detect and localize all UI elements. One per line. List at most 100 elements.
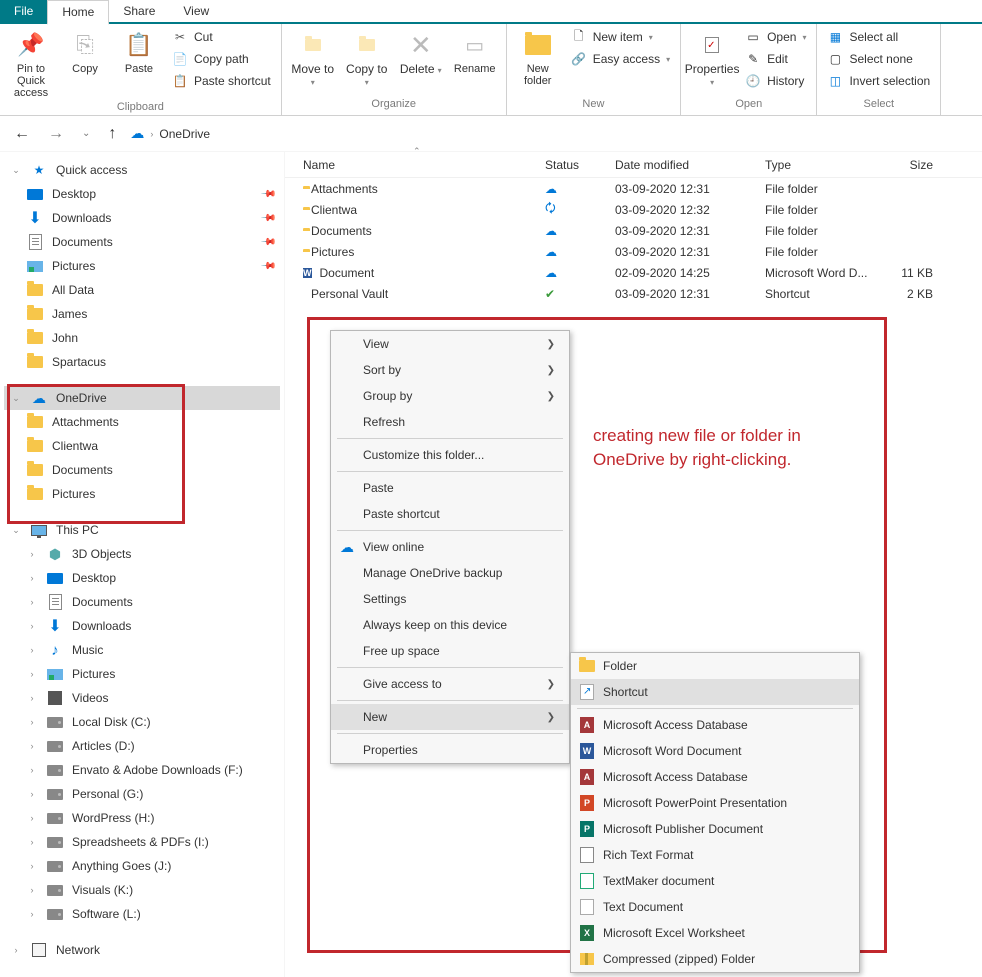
sub-access-db-2[interactable]: AMicrosoft Access Database xyxy=(571,764,859,790)
file-row[interactable]: Attachments ☁ 03-09-2020 12:31 File fold… xyxy=(285,178,982,199)
invert-selection-button[interactable]: ◫Invert selection xyxy=(823,71,934,91)
tab-view[interactable]: View xyxy=(169,0,223,22)
nav-item[interactable]: › Anything Goes (J:) xyxy=(4,854,280,878)
sub-excel[interactable]: XMicrosoft Excel Worksheet xyxy=(571,920,859,946)
nav-item[interactable]: Pictures📌 xyxy=(4,254,280,278)
tab-share[interactable]: Share xyxy=(109,0,169,22)
nav-onedrive[interactable]: ⌄☁ OneDrive xyxy=(4,386,280,410)
ctx-group-by[interactable]: Group by❯ xyxy=(331,383,569,409)
easy-access-button[interactable]: 🔗Easy access ▾ xyxy=(567,49,674,69)
column-headers[interactable]: ⌃ Name Status Date modified Type Size xyxy=(285,152,982,178)
nav-item[interactable]: Clientwa xyxy=(4,434,280,458)
ctx-refresh[interactable]: Refresh xyxy=(331,409,569,435)
ctx-view[interactable]: View❯ xyxy=(331,331,569,357)
nav-item[interactable]: Desktop📌 xyxy=(4,182,280,206)
col-type[interactable]: Type xyxy=(765,158,885,172)
nav-item[interactable]: Documents📌 xyxy=(4,230,280,254)
file-row[interactable]: Documents ☁ 03-09-2020 12:31 File folder xyxy=(285,220,982,241)
rename-button[interactable]: ▭Rename xyxy=(450,27,500,75)
sub-rtf[interactable]: Rich Text Format xyxy=(571,842,859,868)
file-row[interactable]: Clientwa 🗘 03-09-2020 12:32 File folder xyxy=(285,199,982,220)
paste-button[interactable]: 📋 Paste xyxy=(114,27,164,75)
ctx-manage-backup[interactable]: Manage OneDrive backup xyxy=(331,560,569,586)
nav-forward-button[interactable]: → xyxy=(44,123,68,145)
nav-item[interactable]: John xyxy=(4,326,280,350)
nav-item[interactable]: All Data xyxy=(4,278,280,302)
sub-powerpoint[interactable]: PMicrosoft PowerPoint Presentation xyxy=(571,790,859,816)
nav-item[interactable]: James xyxy=(4,302,280,326)
nav-item[interactable]: › Videos xyxy=(4,686,280,710)
pin-to-quick-access-button[interactable]: 📌 Pin to Quick access xyxy=(6,27,56,99)
open-button[interactable]: ▭Open ▾ xyxy=(741,27,810,47)
nav-item[interactable]: Attachments xyxy=(4,410,280,434)
copy-button[interactable]: ⎘ Copy xyxy=(60,27,110,75)
paste-shortcut-button[interactable]: 📋Paste shortcut xyxy=(168,71,275,91)
nav-item[interactable]: › ♪ Music xyxy=(4,638,280,662)
file-row[interactable]: WDocument ☁ 02-09-2020 14:25 Microsoft W… xyxy=(285,262,982,283)
excel-icon: X xyxy=(579,925,595,941)
ctx-sort-by[interactable]: Sort by❯ xyxy=(331,357,569,383)
nav-item[interactable]: › Articles (D:) xyxy=(4,734,280,758)
properties-button[interactable]: Properties ▾ xyxy=(687,27,737,88)
tab-home[interactable]: Home xyxy=(47,0,109,25)
ctx-customize[interactable]: Customize this folder... xyxy=(331,442,569,468)
ctx-always-keep[interactable]: Always keep on this device xyxy=(331,612,569,638)
sub-access-db[interactable]: AMicrosoft Access Database xyxy=(571,712,859,738)
col-name[interactable]: Name xyxy=(285,158,545,172)
ctx-free-up[interactable]: Free up space xyxy=(331,638,569,664)
nav-item[interactable]: ⬇ Downloads📌 xyxy=(4,206,280,230)
history-button[interactable]: 🕘History xyxy=(741,71,810,91)
col-date[interactable]: Date modified xyxy=(615,158,765,172)
tab-file[interactable]: File xyxy=(0,0,47,22)
nav-item[interactable]: › Envato & Adobe Downloads (F:) xyxy=(4,758,280,782)
col-status[interactable]: Status xyxy=(545,158,615,172)
nav-item[interactable]: › Visuals (K:) xyxy=(4,878,280,902)
nav-back-button[interactable]: ← xyxy=(10,123,34,145)
copy-path-button[interactable]: 📄Copy path xyxy=(168,49,275,69)
sub-word[interactable]: WMicrosoft Word Document xyxy=(571,738,859,764)
select-none-button[interactable]: ▢Select none xyxy=(823,49,934,69)
nav-this-pc[interactable]: ⌄ This PC xyxy=(4,518,280,542)
breadcrumb[interactable]: ☁ › OneDrive xyxy=(130,125,210,142)
ctx-properties[interactable]: Properties xyxy=(331,737,569,763)
nav-recent-button[interactable]: ⌄ xyxy=(78,126,94,141)
delete-button[interactable]: ✕Delete ▾ xyxy=(396,27,446,76)
sub-folder[interactable]: Folder xyxy=(571,653,859,679)
file-row[interactable]: Personal Vault ✔ 03-09-2020 12:31 Shortc… xyxy=(285,283,982,304)
copy-to-button[interactable]: Copy to ▾ xyxy=(342,27,392,88)
nav-up-button[interactable]: ↑ xyxy=(104,123,120,145)
new-folder-button[interactable]: New folder xyxy=(513,27,563,87)
sub-publisher[interactable]: PMicrosoft Publisher Document xyxy=(571,816,859,842)
nav-item[interactable]: › Desktop xyxy=(4,566,280,590)
nav-network[interactable]: › Network xyxy=(4,938,280,962)
move-to-button[interactable]: Move to ▾ xyxy=(288,27,338,88)
new-item-button[interactable]: 🗋New item ▾ xyxy=(567,27,674,47)
nav-item[interactable]: › Personal (G:) xyxy=(4,782,280,806)
sub-text[interactable]: Text Document xyxy=(571,894,859,920)
nav-item[interactable]: › Pictures xyxy=(4,662,280,686)
ctx-new[interactable]: New❯ xyxy=(331,704,569,730)
nav-quick-access[interactable]: ⌄★ Quick access xyxy=(4,158,280,182)
col-size[interactable]: Size xyxy=(885,158,945,172)
nav-item[interactable]: › Software (L:) xyxy=(4,902,280,926)
nav-item[interactable]: › Documents xyxy=(4,590,280,614)
sub-shortcut[interactable]: Shortcut xyxy=(571,679,859,705)
ctx-view-online[interactable]: ☁View online xyxy=(331,534,569,560)
nav-item[interactable]: › Spreadsheets & PDFs (I:) xyxy=(4,830,280,854)
nav-item[interactable]: › Local Disk (C:) xyxy=(4,710,280,734)
ctx-settings[interactable]: Settings xyxy=(331,586,569,612)
sub-zip[interactable]: Compressed (zipped) Folder xyxy=(571,946,859,972)
breadcrumb-item[interactable]: OneDrive xyxy=(159,127,210,141)
nav-item[interactable]: Documents xyxy=(4,458,280,482)
select-all-button[interactable]: ▦Select all xyxy=(823,27,934,47)
edit-button[interactable]: ✎Edit xyxy=(741,49,810,69)
nav-item[interactable]: Pictures xyxy=(4,482,280,506)
cut-button[interactable]: ✂Cut xyxy=(168,27,275,47)
nav-item[interactable]: › ⬇ Downloads xyxy=(4,614,280,638)
nav-item[interactable]: › ⬢ 3D Objects xyxy=(4,542,280,566)
nav-item[interactable]: Spartacus xyxy=(4,350,280,374)
sub-textmaker[interactable]: TextMaker document xyxy=(571,868,859,894)
ctx-give-access[interactable]: Give access to❯ xyxy=(331,671,569,697)
file-row[interactable]: Pictures ☁ 03-09-2020 12:31 File folder xyxy=(285,241,982,262)
nav-item[interactable]: › WordPress (H:) xyxy=(4,806,280,830)
